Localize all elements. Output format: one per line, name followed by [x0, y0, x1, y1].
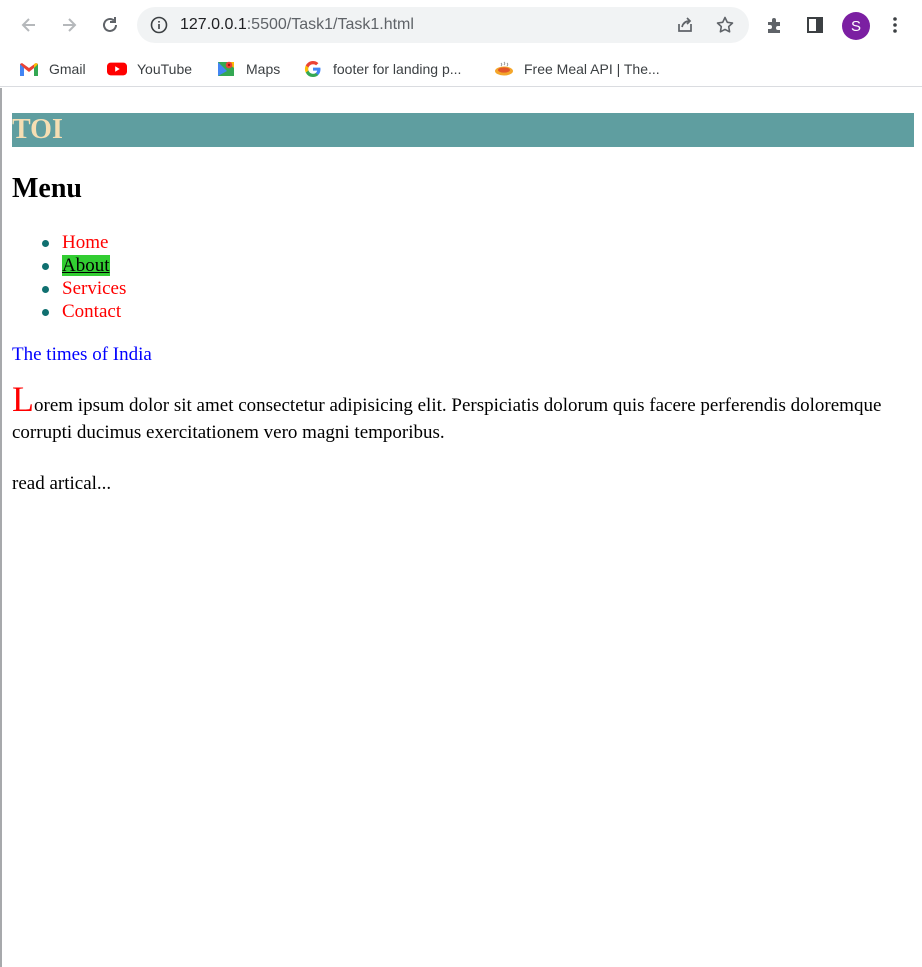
bookmark-label: Free Meal API | The...: [524, 61, 660, 77]
menu-item: Contact: [41, 300, 126, 323]
forward-arrow-icon[interactable]: [53, 9, 85, 41]
profile-avatar[interactable]: S: [842, 12, 870, 40]
browser-toolbar: 127.0.0.1:5500/Task1/Task1.html S: [0, 0, 922, 50]
tagline: The times of India: [12, 344, 152, 365]
meal-icon: [494, 59, 514, 79]
extensions-puzzle-icon[interactable]: [759, 9, 791, 41]
page-viewport: TOI Menu Home About Services Contact The…: [2, 88, 922, 967]
bookmark-footer-search[interactable]: footer for landing p...: [303, 56, 461, 82]
drop-cap-letter: L: [12, 379, 34, 419]
gmail-icon: [19, 59, 39, 79]
address-bar[interactable]: 127.0.0.1:5500/Task1/Task1.html: [137, 7, 749, 43]
bookmark-free-meal-api[interactable]: Free Meal API | The...: [494, 56, 660, 82]
side-panel-icon[interactable]: [799, 9, 831, 41]
back-arrow-icon[interactable]: [13, 9, 45, 41]
bookmark-label: footer for landing p...: [333, 61, 462, 77]
youtube-icon: [107, 59, 127, 79]
article-text: orem ipsum dolor sit amet consectetur ad…: [12, 395, 882, 443]
menu-item: Home: [41, 231, 126, 254]
bookmark-gmail[interactable]: Gmail: [19, 56, 86, 82]
menu-item: Services: [41, 277, 126, 300]
maps-icon: [216, 59, 236, 79]
bookmarks-bar: Gmail YouTube Maps footer for landing p.…: [0, 50, 922, 87]
menu-link-contact[interactable]: Contact: [62, 301, 121, 322]
site-info-icon[interactable]: [149, 15, 169, 35]
bookmark-youtube[interactable]: YouTube: [107, 56, 192, 82]
menu-link-services[interactable]: Services: [62, 278, 126, 299]
bookmark-maps[interactable]: Maps: [216, 56, 280, 82]
bookmark-star-icon[interactable]: [711, 11, 739, 39]
more-menu-icon[interactable]: [879, 9, 911, 41]
site-title-banner: TOI: [12, 113, 914, 147]
url-text[interactable]: 127.0.0.1:5500/Task1/Task1.html: [180, 15, 414, 35]
bookmark-label: YouTube: [137, 61, 193, 77]
share-icon[interactable]: [671, 11, 699, 39]
menu-heading: Menu: [12, 173, 82, 204]
reload-icon[interactable]: [94, 9, 126, 41]
url-host: 127.0.0.1: [180, 16, 247, 33]
menu-item: About: [41, 254, 126, 277]
google-icon: [303, 59, 323, 79]
bookmark-label: Gmail: [49, 61, 86, 77]
bookmark-label: Maps: [246, 61, 281, 77]
url-path: :5500/Task1/Task1.html: [246, 16, 414, 33]
menu-link-about[interactable]: About: [62, 255, 110, 276]
article-paragraph: Lorem ipsum dolor sit amet consectetur a…: [12, 381, 892, 446]
read-more-text: read artical...: [12, 473, 112, 494]
menu-link-home[interactable]: Home: [62, 232, 108, 253]
menu-list: Home About Services Contact: [41, 231, 126, 323]
